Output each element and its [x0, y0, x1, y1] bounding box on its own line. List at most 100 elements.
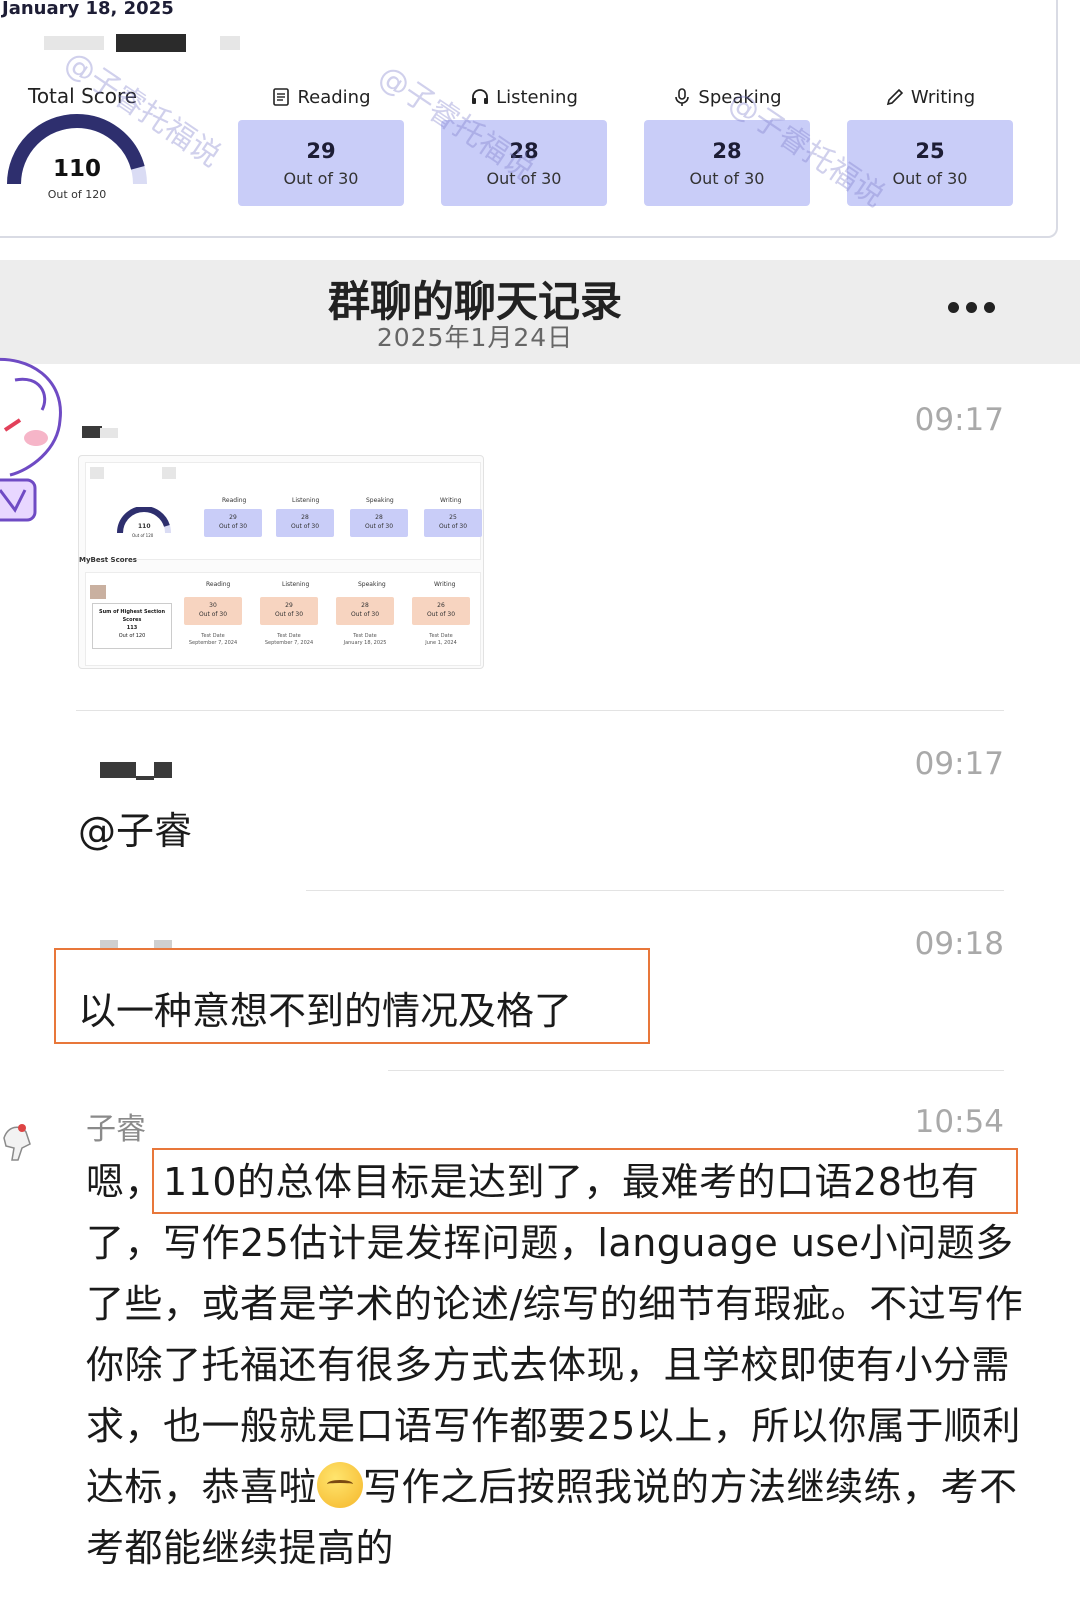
headphones-icon: [472, 89, 489, 104]
thumb-section-label: Writing: [440, 497, 462, 504]
thumb-best-box: 29 Out of 30: [260, 597, 318, 625]
thumb-best-label: Speaking: [358, 581, 386, 588]
thumb-best-sum-value: 113: [126, 625, 138, 631]
redacted-sender: [154, 762, 172, 778]
thumb-test-date: Test Date September 7, 2024: [188, 633, 238, 646]
section-score: 29: [306, 138, 336, 163]
thumb-best-sum-label: Sum of Highest Section Scores: [98, 609, 166, 623]
book-icon: [273, 88, 290, 106]
message-time: 09:17: [914, 746, 1004, 782]
section-out-of: Out of 30: [689, 168, 765, 188]
thumb-best-sum-out-of: Out of 120: [118, 633, 146, 639]
thumb-out-of: Out of 30: [438, 523, 468, 530]
horse-avatar-icon: [3, 1124, 31, 1161]
more-options-icon[interactable]: [948, 302, 995, 313]
thumb-best-label: Listening: [282, 581, 310, 588]
thumb-score: 25: [449, 514, 457, 521]
redacted-name-blur: [44, 36, 104, 50]
redacted-id-blur: [220, 36, 240, 50]
thumb-best-scores-label: MyBest Scores: [79, 556, 137, 564]
thumb-gauge: [117, 507, 171, 534]
thumb-best-label: Reading: [206, 581, 231, 588]
section-label: Writing: [910, 86, 976, 108]
chat-history-header: 群聊的聊天记录 2025年1月24日: [0, 260, 1080, 364]
thumb-score: 30: [209, 602, 217, 609]
section-out-of: Out of 30: [486, 168, 562, 188]
smirk-emoji-icon: [317, 1462, 364, 1508]
thumb-best-label: Writing: [434, 581, 456, 588]
section-speaking: Speaking 28 Out of 30: [644, 84, 810, 206]
redacted-sender: [82, 426, 102, 438]
section-out-of: Out of 30: [283, 168, 359, 188]
thumb-blur: [90, 467, 104, 479]
thumb-out-of: Out of 30: [290, 523, 320, 530]
total-score-value: 110: [52, 156, 101, 182]
redacted-sender: [100, 762, 136, 778]
microphone-icon: [675, 88, 690, 106]
thumb-score: 28: [301, 514, 309, 521]
section-score: 28: [509, 138, 539, 163]
thumb-section-box: 29 Out of 30: [204, 509, 262, 537]
thumb-section-box: 25 Out of 30: [424, 509, 482, 537]
message-text-pre: 嗯，: [86, 1160, 164, 1204]
test-date: January 18, 2025: [2, 0, 174, 19]
thumb-latest-scores: 110 Out of 120 Reading Listening Speakin…: [85, 462, 482, 560]
thumb-section-label: Reading: [222, 497, 247, 504]
message-text: 嗯，110的总体目标是达到了，最难考的口语28也有了，写作25估计是发挥问题，l…: [86, 1152, 1026, 1579]
section-reading: Reading 29 Out of 30: [238, 84, 404, 206]
thumb-best-sum-box: Sum of Highest Section Scores 113 Out of…: [92, 603, 172, 649]
section-score: 25: [915, 138, 945, 163]
section-writing: Writing 25 Out of 30: [847, 84, 1013, 206]
thumb-section-label: Speaking: [366, 497, 394, 504]
thumb-score: 29: [285, 602, 293, 609]
message-text-highlighted: 110的总体目标是达到了，最难考的口语28也: [163, 1160, 941, 1204]
thumb-out-of: Out of 30: [198, 611, 228, 618]
bunny-avatar-icon: [0, 357, 62, 522]
message-divider: [76, 710, 1004, 711]
thumb-section-box: 28 Out of 30: [276, 509, 334, 537]
thumb-out-of: Out of 30: [218, 523, 248, 530]
section-listening: Listening 28 Out of 30: [441, 84, 607, 206]
thumb-best-box: 26 Out of 30: [412, 597, 470, 625]
message-time: 09:18: [914, 926, 1004, 962]
message-divider: [388, 1070, 1004, 1071]
thumb-blur: [90, 585, 106, 599]
message-divider: [306, 890, 1004, 891]
section-score-box: 25 Out of 30: [847, 120, 1013, 206]
redacted-name: [116, 34, 186, 52]
thumb-test-date: Test Date June 1, 2024: [425, 633, 457, 646]
thumb-out-of: Out of 30: [426, 611, 456, 618]
thumb-total-value: 110: [138, 523, 151, 530]
thumb-total-out-of: Out of 120: [132, 533, 154, 538]
thumb-score: 28: [375, 514, 383, 521]
message-time: 10:54: [914, 1104, 1004, 1140]
thumb-test-date: Test Date January 18, 2025: [343, 633, 387, 646]
score-report-card: January 18, 2025 Total Score 110 Out of …: [0, 0, 1058, 238]
section-label: Speaking: [698, 86, 782, 108]
thumb-score: 28: [361, 602, 369, 609]
message-time: 09:17: [914, 402, 1004, 438]
thumb-out-of: Out of 30: [364, 523, 394, 530]
thumb-blur: [162, 467, 176, 479]
section-score-box: 28 Out of 30: [441, 120, 607, 206]
section-label: Listening: [496, 86, 578, 108]
message-text: 以一种意想不到的情况及格了: [78, 989, 573, 1033]
section-score-box: 29 Out of 30: [238, 120, 404, 206]
thumb-score: 29: [229, 514, 237, 521]
thumb-out-of: Out of 30: [274, 611, 304, 618]
thumb-best-box: 30 Out of 30: [184, 597, 242, 625]
thumb-out-of: Out of 30: [350, 611, 380, 618]
thumb-best-box: 28 Out of 30: [336, 597, 394, 625]
total-score-label: Total Score: [28, 84, 138, 108]
section-score-box: 28 Out of 30: [644, 120, 810, 206]
section-score: 28: [712, 138, 742, 163]
thumb-score: 26: [437, 602, 445, 609]
pencil-icon: [886, 88, 903, 106]
chat-date: 2025年1月24日: [376, 323, 574, 352]
sender-name: 子睿: [86, 1112, 146, 1147]
score-report-thumbnail[interactable]: 110 Out of 120 Reading Listening Speakin…: [78, 455, 484, 669]
section-label: Reading: [297, 86, 371, 108]
total-score-out-of: Out of 120: [47, 188, 107, 201]
redacted-sender-blur: [100, 428, 118, 438]
message-text-body: 有了，写作25估计是发挥问题，language use小问题多了些，或者是学术的…: [86, 1160, 1024, 1509]
